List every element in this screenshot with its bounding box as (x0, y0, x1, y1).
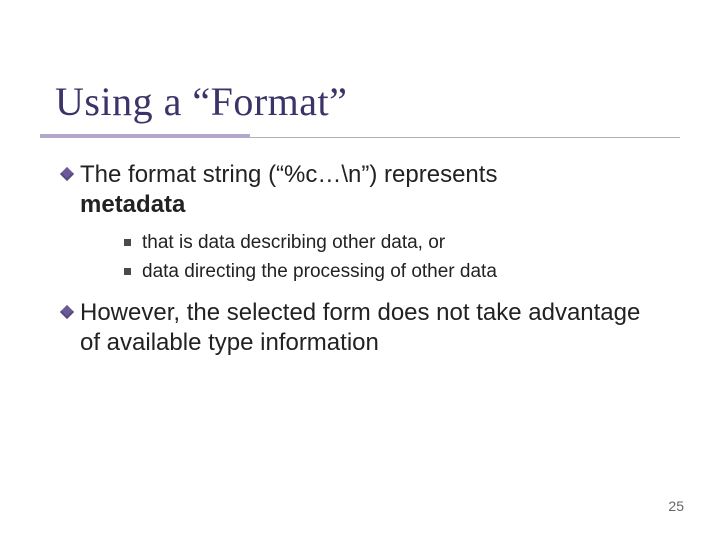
underline-line (40, 137, 680, 138)
bullet-level2: data directing the processing of other d… (120, 259, 660, 284)
sub-bullet-text: data directing the processing of other d… (142, 259, 497, 284)
square-icon (120, 259, 142, 280)
square-icon (120, 230, 142, 251)
bullet-level1: However, the selected form does not take… (60, 298, 660, 358)
bullet-level1: The format string (“%c…\n”) represents m… (60, 160, 660, 220)
bullet-line1: The format string (“%c…\n”) represents (80, 161, 497, 188)
page-number: 25 (668, 498, 684, 514)
diamond-icon (60, 298, 80, 326)
sub-bullet-text: that is data describing other data, or (142, 230, 445, 255)
slide-title: Using a “Format” (55, 78, 347, 125)
bullet-line2-strong: metadata (80, 191, 185, 218)
slide: Using a “Format” The format string (“%c…… (0, 0, 720, 540)
slide-body: The format string (“%c…\n”) represents m… (60, 160, 660, 368)
diamond-icon (60, 160, 80, 188)
bullet-text: The format string (“%c…\n”) represents m… (80, 160, 497, 220)
bullet-text: However, the selected form does not take… (80, 298, 660, 358)
bullet-level2: that is data describing other data, or (120, 230, 660, 255)
sub-bullet-group: that is data describing other data, or d… (60, 230, 660, 284)
title-underline (40, 134, 680, 138)
